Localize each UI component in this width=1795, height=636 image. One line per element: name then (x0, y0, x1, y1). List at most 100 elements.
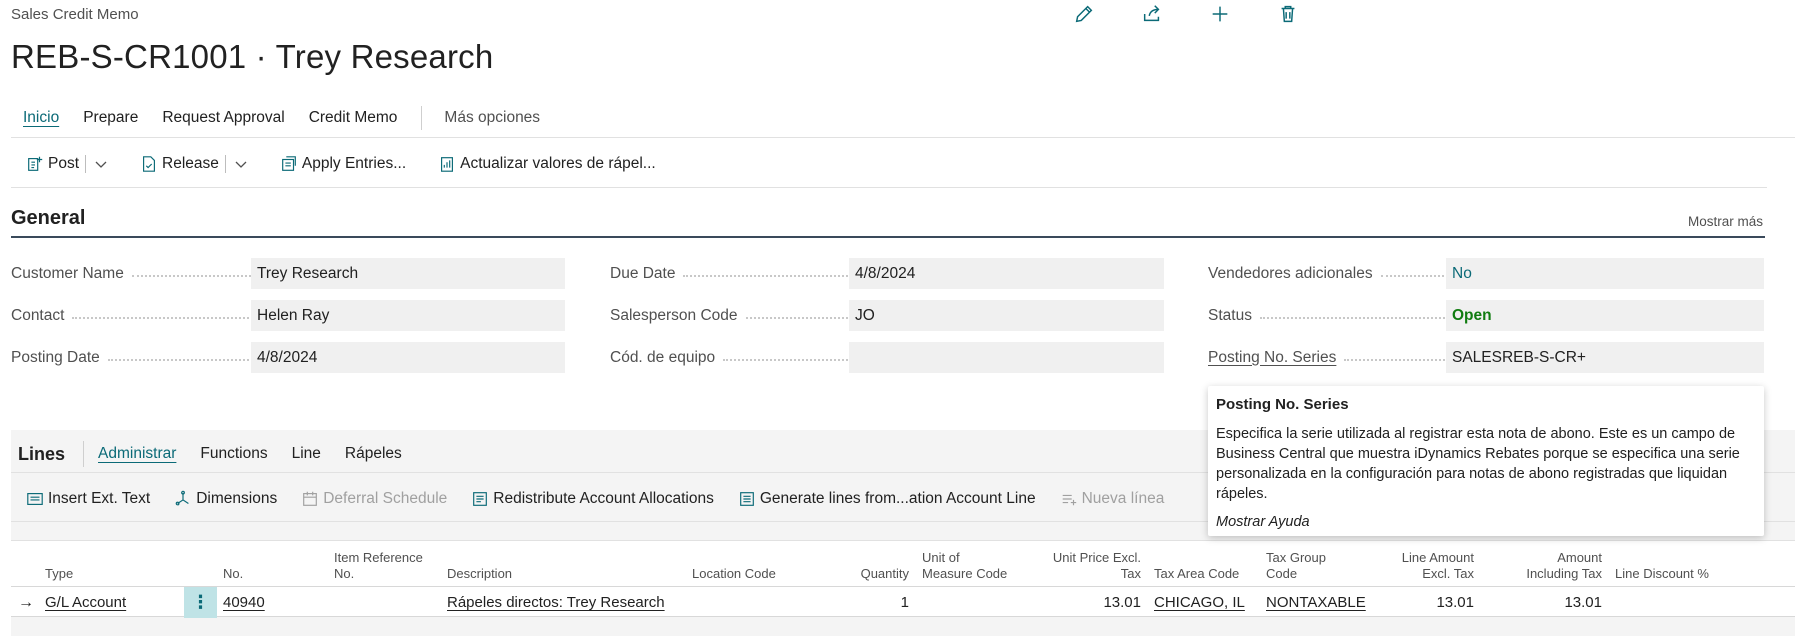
due-date-field: Due Date 4/8/2024 (610, 258, 1164, 289)
new-line-label: Nueva línea (1081, 490, 1165, 507)
show-help-link[interactable]: Mostrar Ayuda (1216, 514, 1756, 530)
lines-grid-header: Type No. Item Reference No. Description … (11, 540, 1795, 586)
lines-tabs: Lines Administrar Functions Line Rápeles (18, 441, 426, 467)
generate-lines-icon (739, 492, 754, 506)
field-tooltip: Posting No. Series Especifica la serie u… (1208, 386, 1764, 536)
row-quantity[interactable]: 1 (831, 587, 909, 618)
col-tax-area-code[interactable]: Tax Area Code (1154, 566, 1239, 582)
new-button[interactable] (1186, 0, 1254, 28)
insert-ext-text-button[interactable]: Insert Ext. Text (18, 485, 156, 513)
share-button[interactable] (1118, 0, 1186, 28)
row-amount-including-tax[interactable]: 13.01 (1491, 587, 1602, 618)
tab-separator (421, 106, 423, 130)
insert-ext-text-label: Insert Ext. Text (48, 490, 151, 507)
col-tax-group-code[interactable]: Tax Group Code (1266, 550, 1326, 582)
new-line-icon (1062, 494, 1076, 506)
dimensions-icon (175, 490, 189, 506)
row-tax-area-code[interactable]: CHICAGO, IL (1154, 587, 1245, 618)
customer-name-field: Customer Name Trey Research (11, 258, 565, 289)
apply-entries-button[interactable]: Apply Entries... (272, 150, 414, 178)
chevron-down-icon[interactable] (94, 157, 108, 171)
team-code-field: Cód. de equipo (610, 342, 1164, 373)
tab-inicio[interactable]: Inicio (11, 105, 71, 131)
row-tax-group-code[interactable]: NONTAXABLE (1266, 587, 1366, 618)
schedule-icon (303, 491, 318, 506)
apply-entries-icon (282, 156, 296, 171)
lines-tab-functions[interactable]: Functions (200, 441, 279, 467)
col-unit-of-measure[interactable]: Unit of Measure Code (922, 550, 1007, 582)
col-location-code[interactable]: Location Code (692, 566, 776, 582)
customer-name-label: Customer Name (11, 264, 124, 282)
salesperson-code-input[interactable]: JO (849, 300, 1164, 331)
deferral-schedule-button[interactable]: Deferral Schedule (295, 485, 453, 513)
row-line-amount[interactable]: 13.01 (1371, 587, 1474, 618)
tab-prepare[interactable]: Prepare (71, 105, 150, 131)
posting-no-series-label[interactable]: Posting No. Series (1208, 349, 1336, 367)
additional-salespeople-label: Vendedores adicionales (1208, 264, 1373, 282)
redistribute-allocations-button[interactable]: Redistribute Account Allocations (465, 485, 720, 513)
col-description[interactable]: Description (447, 566, 512, 582)
tab-credit-memo[interactable]: Credit Memo (297, 105, 410, 131)
col-unit-price[interactable]: Unit Price Excl. Tax (1041, 550, 1141, 582)
tab-request-approval[interactable]: Request Approval (150, 105, 296, 131)
text-block-icon (27, 493, 43, 505)
general-section-divider (11, 236, 1765, 238)
row-no[interactable]: 40940 (223, 587, 265, 618)
team-code-input[interactable] (849, 342, 1164, 373)
action-tabs: Inicio Prepare Request Approval Credit M… (11, 105, 552, 131)
header-actions (1050, 0, 1322, 28)
customer-name-input[interactable]: Trey Research (251, 258, 565, 289)
status-value: Open (1446, 300, 1764, 331)
chevron-down-icon[interactable] (234, 157, 248, 171)
col-no[interactable]: No. (223, 566, 243, 582)
redistribute-allocations-label: Redistribute Account Allocations (493, 490, 714, 507)
col-line-amount[interactable]: Line Amount Excl. Tax (1371, 550, 1474, 582)
post-button[interactable]: Post (18, 150, 118, 178)
dimensions-label: Dimensions (196, 490, 278, 507)
post-icon (28, 156, 43, 171)
posting-date-field: Posting Date 4/8/2024 (11, 342, 565, 373)
status-field: Status Open (1208, 300, 1764, 331)
release-button[interactable]: Release (132, 150, 258, 178)
posting-date-input[interactable]: 4/8/2024 (251, 342, 565, 373)
col-amount-including-tax[interactable]: Amount Including Tax (1491, 550, 1602, 582)
action-bar-divider (11, 187, 1767, 188)
lines-tab-line[interactable]: Line (292, 441, 333, 467)
edit-button[interactable] (1050, 0, 1118, 28)
row-menu-button[interactable]: ⋮ (184, 587, 217, 618)
row-type[interactable]: G/L Account (45, 587, 126, 618)
due-date-input[interactable]: 4/8/2024 (849, 258, 1164, 289)
lines-tab-rapeles[interactable]: Rápeles (345, 441, 414, 467)
salesperson-code-field: Salesperson Code JO (610, 300, 1164, 331)
delete-button[interactable] (1254, 0, 1322, 28)
general-section-title[interactable]: General (11, 207, 85, 230)
new-line-button[interactable]: Nueva línea (1054, 485, 1171, 513)
posting-no-series-input[interactable]: SALESREB-S-CR+ (1446, 342, 1764, 373)
lines-action-bar: Insert Ext. Text Dimensions Deferral Sch… (18, 485, 1182, 513)
dimensions-button[interactable]: Dimensions (168, 485, 283, 513)
more-options-button[interactable]: Más opciones (432, 105, 552, 131)
allocation-icon (473, 492, 488, 506)
status-label: Status (1208, 306, 1252, 324)
update-rebates-button[interactable]: Actualizar valores de rápel... (430, 150, 664, 178)
col-quantity[interactable]: Quantity (831, 566, 909, 582)
additional-salespeople-value[interactable]: No (1446, 258, 1764, 289)
table-row[interactable]: → G/L Account ⋮ 40940 Rápeles directos: … (11, 586, 1795, 618)
row-description[interactable]: Rápeles directos: Trey Research (447, 587, 665, 618)
pencil-icon (1075, 5, 1093, 23)
row-unit-price[interactable]: 13.01 (1041, 587, 1141, 618)
col-type[interactable]: Type (45, 566, 73, 582)
team-code-label: Cód. de equipo (610, 348, 716, 366)
show-more-link[interactable]: Mostrar más (1688, 214, 1763, 229)
tooltip-body: Especifica la serie utilizada al registr… (1216, 426, 1740, 502)
lines-tab-administrar[interactable]: Administrar (98, 441, 188, 467)
salesperson-code-label: Salesperson Code (610, 306, 738, 324)
lines-title[interactable]: Lines (18, 444, 83, 465)
generate-lines-button[interactable]: Generate lines from...ation Account Line (732, 485, 1042, 513)
col-item-reference[interactable]: Item Reference No. (334, 550, 423, 582)
col-line-discount[interactable]: Line Discount % (1615, 566, 1709, 582)
update-rebates-label: Actualizar valores de rápel... (460, 155, 656, 172)
generate-lines-label: Generate lines from...ation Account Line (759, 490, 1036, 507)
page-type-caption: Sales Credit Memo (11, 6, 139, 23)
contact-input[interactable]: Helen Ray (251, 300, 565, 331)
